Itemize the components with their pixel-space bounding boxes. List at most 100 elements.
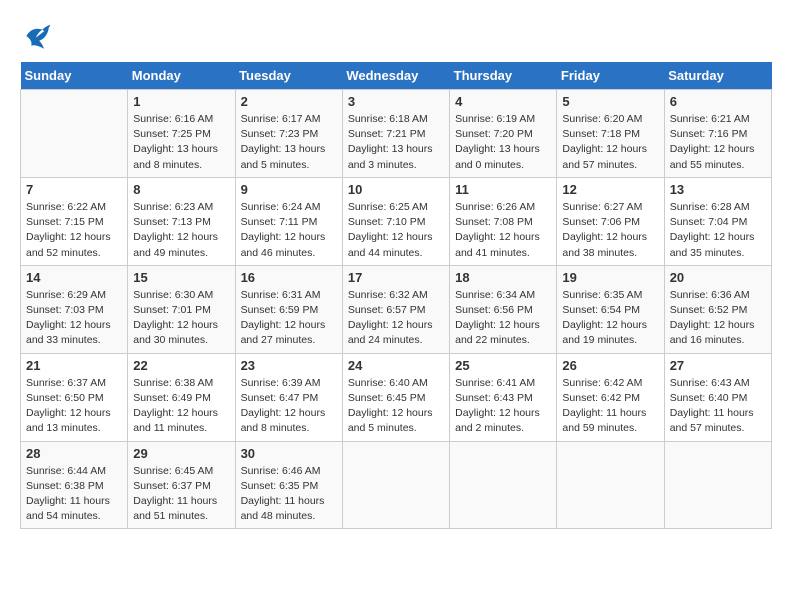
weekday-header: Friday (557, 62, 664, 90)
day-info: Sunrise: 6:22 AMSunset: 7:15 PMDaylight:… (26, 200, 122, 261)
calendar-cell: 15Sunrise: 6:30 AMSunset: 7:01 PMDayligh… (128, 265, 235, 353)
calendar-cell: 24 Sunrise: 6:40 AMSunset: 6:45 PMDayligh… (342, 353, 449, 441)
calendar-cell (557, 441, 664, 529)
weekday-header: Thursday (450, 62, 557, 90)
day-number: 24 (348, 358, 444, 373)
day-number: 5 (562, 94, 658, 109)
weekday-header: Tuesday (235, 62, 342, 90)
day-number: 23 (241, 358, 337, 373)
calendar-week-row: 21 Sunrise: 6:37 AMSunset: 6:50 PMDayligh… (21, 353, 772, 441)
day-info: Sunrise: 6:41 AMSunset: 6:43 PMDaylight:… (455, 376, 551, 437)
calendar-cell: 25 Sunrise: 6:41 AMSunset: 6:43 PMDayligh… (450, 353, 557, 441)
logo-icon (20, 20, 52, 52)
calendar-cell: 14Sunrise: 6:29 AMSunset: 7:03 PMDayligh… (21, 265, 128, 353)
day-number: 9 (241, 182, 337, 197)
day-number: 27 (670, 358, 766, 373)
weekday-header: Wednesday (342, 62, 449, 90)
calendar-cell: 22 Sunrise: 6:38 AMSunset: 6:49 PMDayligh… (128, 353, 235, 441)
day-info: Sunrise: 6:37 AMSunset: 6:50 PMDaylight:… (26, 376, 122, 437)
day-number: 26 (562, 358, 658, 373)
day-info: Sunrise: 6:45 AMSunset: 6:37 PMDaylight:… (133, 464, 229, 525)
calendar-cell (450, 441, 557, 529)
calendar-cell: 7 Sunrise: 6:22 AMSunset: 7:15 PMDaylight… (21, 177, 128, 265)
day-number: 22 (133, 358, 229, 373)
day-info: Sunrise: 6:31 AMSunset: 6:59 PMDaylight:… (241, 288, 337, 349)
day-number: 18 (455, 270, 551, 285)
day-info: Sunrise: 6:27 AMSunset: 7:06 PMDaylight:… (562, 200, 658, 261)
calendar-cell: 23 Sunrise: 6:39 AMSunset: 6:47 PMDayligh… (235, 353, 342, 441)
day-number: 25 (455, 358, 551, 373)
calendar-cell: 8Sunrise: 6:23 AMSunset: 7:13 PMDaylight… (128, 177, 235, 265)
day-number: 7 (26, 182, 122, 197)
calendar-cell: 17 Sunrise: 6:32 AMSunset: 6:57 PMDayligh… (342, 265, 449, 353)
day-info: Sunrise: 6:25 AMSunset: 7:10 PMDaylight:… (348, 200, 444, 261)
day-number: 19 (562, 270, 658, 285)
day-info: Sunrise: 6:30 AMSunset: 7:01 PMDaylight:… (133, 288, 229, 349)
day-number: 16 (241, 270, 337, 285)
calendar-cell (342, 441, 449, 529)
day-number: 30 (241, 446, 337, 461)
header-row: SundayMondayTuesdayWednesdayThursdayFrid… (21, 62, 772, 90)
day-info: Sunrise: 6:40 AMSunset: 6:45 PMDaylight:… (348, 376, 444, 437)
calendar-cell: 13 Sunrise: 6:28 AMSunset: 7:04 PMDayligh… (664, 177, 771, 265)
calendar-cell: 30 Sunrise: 6:46 AMSunset: 6:35 PMDayligh… (235, 441, 342, 529)
calendar-header: SundayMondayTuesdayWednesdayThursdayFrid… (21, 62, 772, 90)
day-info: Sunrise: 6:43 AMSunset: 6:40 PMDaylight:… (670, 376, 766, 437)
logo (20, 20, 56, 52)
weekday-header: Sunday (21, 62, 128, 90)
weekday-header: Saturday (664, 62, 771, 90)
calendar-cell (664, 441, 771, 529)
calendar-body: 1Sunrise: 6:16 AMSunset: 7:25 PMDaylight… (21, 90, 772, 529)
day-number: 17 (348, 270, 444, 285)
calendar-table: SundayMondayTuesdayWednesdayThursdayFrid… (20, 62, 772, 529)
calendar-cell: 27 Sunrise: 6:43 AMSunset: 6:40 PMDayligh… (664, 353, 771, 441)
calendar-cell: 18Sunrise: 6:34 AMSunset: 6:56 PMDayligh… (450, 265, 557, 353)
day-number: 20 (670, 270, 766, 285)
calendar-cell: 16 Sunrise: 6:31 AMSunset: 6:59 PMDayligh… (235, 265, 342, 353)
day-info: Sunrise: 6:21 AMSunset: 7:16 PMDaylight:… (670, 112, 766, 173)
day-info: Sunrise: 6:29 AMSunset: 7:03 PMDaylight:… (26, 288, 122, 349)
calendar-cell: 2Sunrise: 6:17 AMSunset: 7:23 PMDaylight… (235, 90, 342, 178)
page-header (20, 20, 772, 52)
calendar-cell: 11 Sunrise: 6:26 AMSunset: 7:08 PMDayligh… (450, 177, 557, 265)
day-info: Sunrise: 6:20 AMSunset: 7:18 PMDaylight:… (562, 112, 658, 173)
day-number: 10 (348, 182, 444, 197)
day-number: 2 (241, 94, 337, 109)
calendar-cell: 21 Sunrise: 6:37 AMSunset: 6:50 PMDayligh… (21, 353, 128, 441)
day-info: Sunrise: 6:16 AMSunset: 7:25 PMDaylight:… (133, 112, 229, 173)
day-number: 28 (26, 446, 122, 461)
calendar-cell: 12Sunrise: 6:27 AMSunset: 7:06 PMDayligh… (557, 177, 664, 265)
calendar-cell: 3Sunrise: 6:18 AMSunset: 7:21 PMDaylight… (342, 90, 449, 178)
calendar-cell: 19 Sunrise: 6:35 AMSunset: 6:54 PMDayligh… (557, 265, 664, 353)
day-info: Sunrise: 6:42 AMSunset: 6:42 PMDaylight:… (562, 376, 658, 437)
calendar-cell (21, 90, 128, 178)
day-info: Sunrise: 6:39 AMSunset: 6:47 PMDaylight:… (241, 376, 337, 437)
day-info: Sunrise: 6:26 AMSunset: 7:08 PMDaylight:… (455, 200, 551, 261)
day-info: Sunrise: 6:23 AMSunset: 7:13 PMDaylight:… (133, 200, 229, 261)
calendar-cell: 9Sunrise: 6:24 AMSunset: 7:11 PMDaylight… (235, 177, 342, 265)
calendar-week-row: 7 Sunrise: 6:22 AMSunset: 7:15 PMDaylight… (21, 177, 772, 265)
day-info: Sunrise: 6:28 AMSunset: 7:04 PMDaylight:… (670, 200, 766, 261)
calendar-week-row: 1Sunrise: 6:16 AMSunset: 7:25 PMDaylight… (21, 90, 772, 178)
calendar-week-row: 28 Sunrise: 6:44 AMSunset: 6:38 PMDayligh… (21, 441, 772, 529)
day-info: Sunrise: 6:46 AMSunset: 6:35 PMDaylight:… (241, 464, 337, 525)
day-info: Sunrise: 6:19 AMSunset: 7:20 PMDaylight:… (455, 112, 551, 173)
day-info: Sunrise: 6:32 AMSunset: 6:57 PMDaylight:… (348, 288, 444, 349)
calendar-cell: 20 Sunrise: 6:36 AMSunset: 6:52 PMDayligh… (664, 265, 771, 353)
day-info: Sunrise: 6:44 AMSunset: 6:38 PMDaylight:… (26, 464, 122, 525)
day-info: Sunrise: 6:35 AMSunset: 6:54 PMDaylight:… (562, 288, 658, 349)
day-number: 13 (670, 182, 766, 197)
day-info: Sunrise: 6:36 AMSunset: 6:52 PMDaylight:… (670, 288, 766, 349)
calendar-cell: 4Sunrise: 6:19 AMSunset: 7:20 PMDaylight… (450, 90, 557, 178)
day-info: Sunrise: 6:38 AMSunset: 6:49 PMDaylight:… (133, 376, 229, 437)
calendar-cell: 28 Sunrise: 6:44 AMSunset: 6:38 PMDayligh… (21, 441, 128, 529)
calendar-cell: 6 Sunrise: 6:21 AMSunset: 7:16 PMDaylight… (664, 90, 771, 178)
calendar-cell: 26 Sunrise: 6:42 AMSunset: 6:42 PMDayligh… (557, 353, 664, 441)
day-info: Sunrise: 6:18 AMSunset: 7:21 PMDaylight:… (348, 112, 444, 173)
calendar-cell: 10 Sunrise: 6:25 AMSunset: 7:10 PMDayligh… (342, 177, 449, 265)
day-number: 11 (455, 182, 551, 197)
day-number: 21 (26, 358, 122, 373)
day-number: 6 (670, 94, 766, 109)
day-number: 29 (133, 446, 229, 461)
calendar-cell: 1Sunrise: 6:16 AMSunset: 7:25 PMDaylight… (128, 90, 235, 178)
